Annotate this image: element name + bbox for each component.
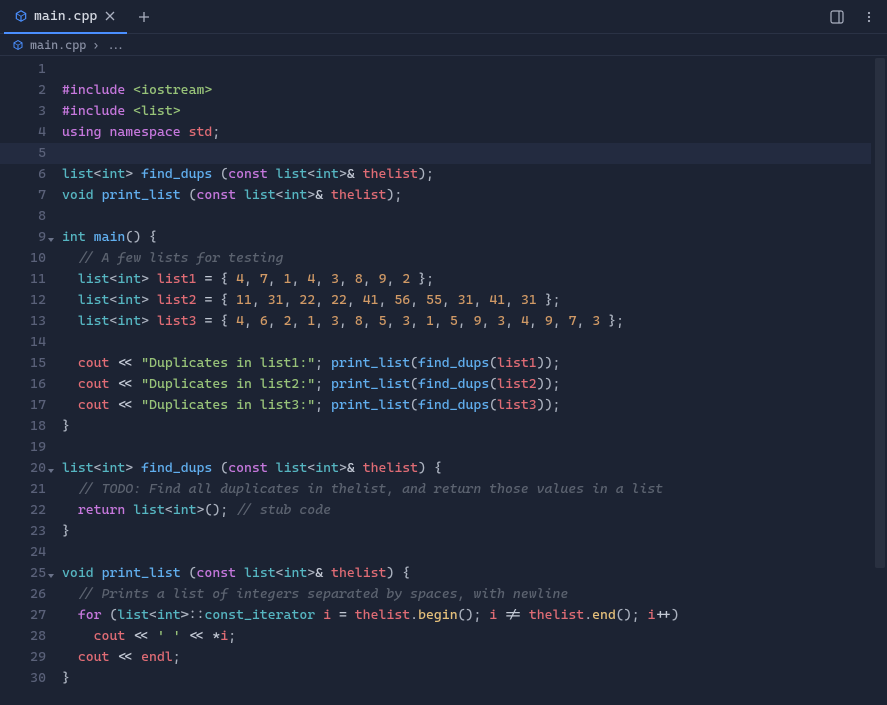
line-number: 12 [0, 290, 46, 311]
line-number: 11 [0, 269, 46, 290]
more-actions-button[interactable] [855, 3, 883, 31]
breadcrumb-file[interactable]: main.cpp [30, 38, 86, 52]
code-line[interactable]: } [62, 521, 887, 542]
line-number: 30 [0, 668, 46, 689]
line-number: 13 [0, 311, 46, 332]
code-line[interactable]: void print_list (const list<int>& thelis… [62, 185, 887, 206]
code-area[interactable]: #include <iostream>#include <list>using … [56, 56, 887, 705]
line-number: 1 [0, 59, 46, 80]
code-line[interactable] [62, 437, 887, 458]
line-number: 28 [0, 626, 46, 647]
line-number: 10 [0, 248, 46, 269]
code-line[interactable]: } [62, 668, 887, 689]
cpp-file-icon [12, 39, 24, 51]
code-line[interactable]: return list<int>(); // stub code [62, 500, 887, 521]
line-number: 24 [0, 542, 46, 563]
line-number: 6 [0, 164, 46, 185]
code-line[interactable]: } [62, 416, 887, 437]
code-line[interactable]: cout << endl; [62, 647, 887, 668]
code-line[interactable] [62, 542, 887, 563]
code-line[interactable]: // Prints a list of integers separated b… [62, 584, 887, 605]
code-line[interactable]: list<int> find_dups (const list<int>& th… [62, 164, 887, 185]
scrollbar-thumb[interactable] [875, 58, 885, 568]
plus-icon [138, 11, 150, 23]
fold-chevron-icon[interactable] [46, 462, 56, 472]
code-line[interactable]: // TODO: Find all duplicates in thelist,… [62, 479, 887, 500]
line-number: 20 [0, 458, 46, 479]
line-number: 4 [0, 122, 46, 143]
code-line[interactable]: cout << "Duplicates in list3:"; print_li… [62, 395, 887, 416]
code-line[interactable]: list<int> list2 = { 11, 31, 22, 22, 41, … [62, 290, 887, 311]
code-line[interactable] [0, 143, 887, 164]
line-number: 22 [0, 500, 46, 521]
code-line[interactable] [62, 59, 887, 80]
add-tab-button[interactable] [131, 4, 157, 30]
line-number: 15 [0, 353, 46, 374]
tab-label: main.cpp [34, 8, 97, 24]
editor[interactable]: 1234567891011121314151617181920212223242… [0, 56, 887, 705]
panel-toggle-button[interactable] [823, 3, 851, 31]
scrollbar[interactable] [871, 56, 887, 705]
breadcrumb: main.cpp › ... [0, 34, 887, 56]
tab-close-button[interactable] [103, 9, 117, 23]
breadcrumb-separator: › [92, 38, 99, 52]
code-line[interactable]: int main() { [62, 227, 887, 248]
code-line[interactable]: cout << "Duplicates in list2:"; print_li… [62, 374, 887, 395]
code-line[interactable] [62, 332, 887, 353]
line-number: 7 [0, 185, 46, 206]
code-line[interactable] [62, 206, 887, 227]
line-number: 2 [0, 80, 46, 101]
line-number: 8 [0, 206, 46, 227]
line-number: 26 [0, 584, 46, 605]
fold-chevron-icon[interactable] [46, 231, 56, 241]
line-number: 17 [0, 395, 46, 416]
line-number: 25 [0, 563, 46, 584]
more-icon [862, 10, 876, 24]
code-line[interactable]: void print_list (const list<int>& thelis… [62, 563, 887, 584]
code-line[interactable]: for (list<int>::const_iterator i = theli… [62, 605, 887, 626]
line-number: 14 [0, 332, 46, 353]
code-line[interactable]: #include <list> [62, 101, 887, 122]
line-number: 29 [0, 647, 46, 668]
line-number: 5 [0, 143, 46, 164]
breadcrumb-scope[interactable]: ... [105, 38, 126, 52]
line-number: 27 [0, 605, 46, 626]
line-number: 23 [0, 521, 46, 542]
code-line[interactable]: cout << ' ' << *i; [62, 626, 887, 647]
fold-chevron-icon[interactable] [46, 567, 56, 577]
panel-toggle-icon [830, 10, 844, 24]
line-number: 9 [0, 227, 46, 248]
code-line[interactable]: list<int> list3 = { 4, 6, 2, 1, 3, 8, 5,… [62, 311, 887, 332]
tab-bar: main.cpp [0, 0, 887, 34]
line-number: 19 [0, 437, 46, 458]
line-number: 3 [0, 101, 46, 122]
cpp-file-icon [14, 9, 28, 23]
line-number: 16 [0, 374, 46, 395]
code-line[interactable]: using namespace std; [62, 122, 887, 143]
line-number: 21 [0, 479, 46, 500]
close-icon [105, 11, 115, 21]
tab-main-cpp[interactable]: main.cpp [4, 0, 127, 34]
code-line[interactable]: // A few lists for testing [62, 248, 887, 269]
code-line[interactable]: list<int> list1 = { 4, 7, 1, 4, 3, 8, 9,… [62, 269, 887, 290]
line-number: 18 [0, 416, 46, 437]
code-line[interactable]: #include <iostream> [62, 80, 887, 101]
code-line[interactable]: cout << "Duplicates in list1:"; print_li… [62, 353, 887, 374]
code-line[interactable]: list<int> find_dups (const list<int>& th… [62, 458, 887, 479]
